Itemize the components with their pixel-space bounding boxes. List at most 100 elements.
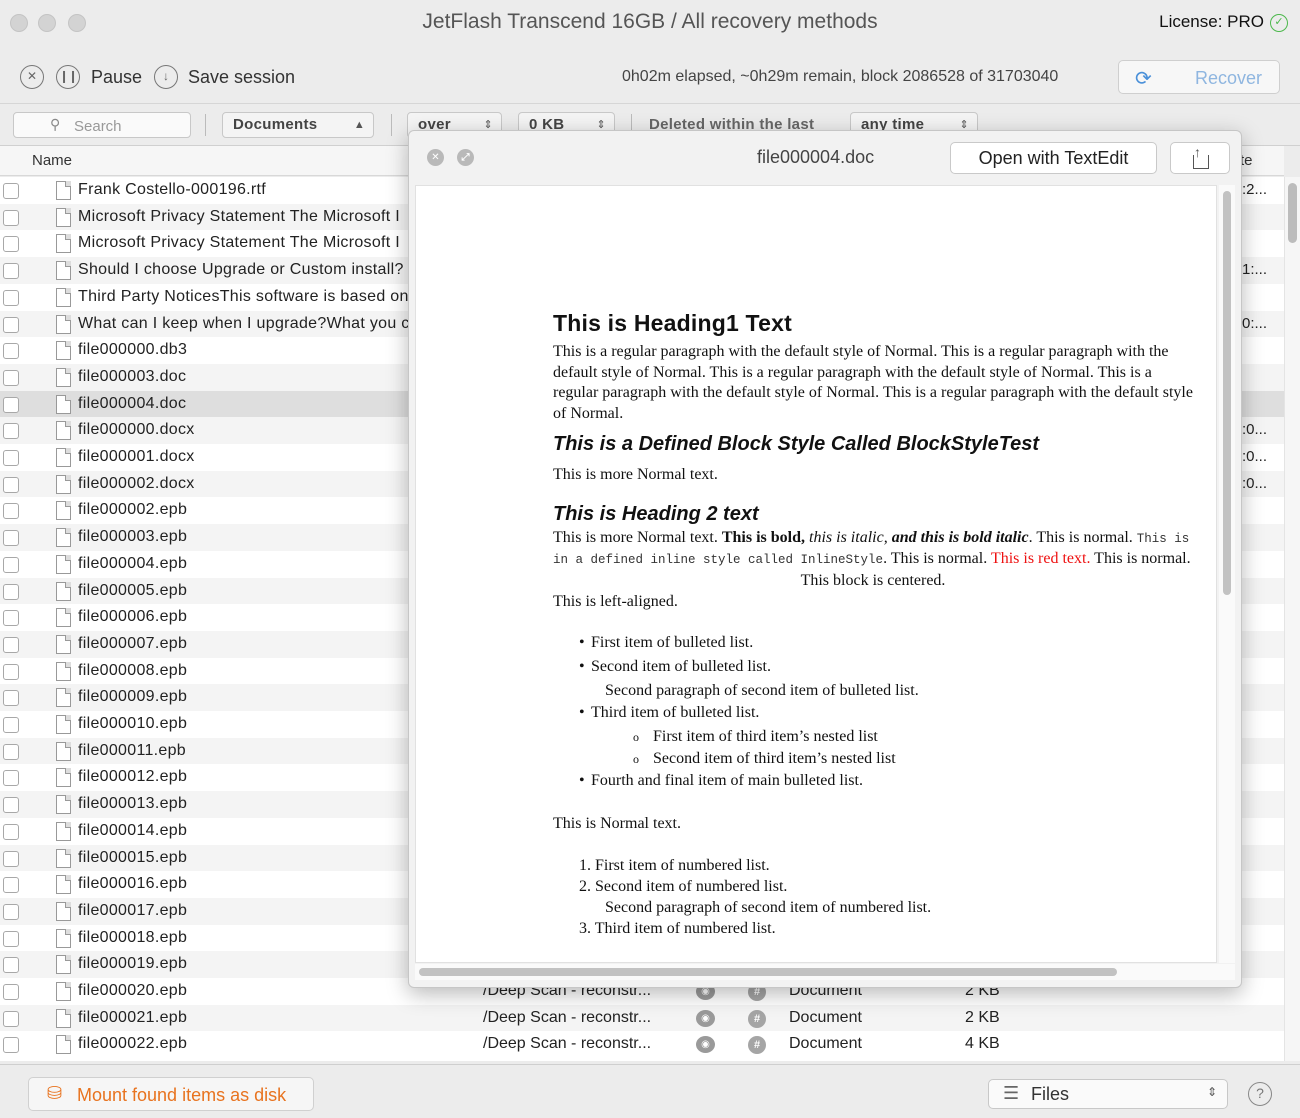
stop-button[interactable]: ✕ [20,65,44,89]
pause-icon[interactable]: ❙❙ [56,65,80,89]
doc-text-red: This is red text. [990,550,1091,568]
document-icon [56,181,71,200]
document-icon [56,554,71,574]
doc-text-normal: . This is normal. [883,550,991,568]
row-checkbox[interactable] [3,556,19,573]
doc-text-italic: this is italic, [809,528,892,546]
mount-disk-label: Mount found items as disk [77,1085,287,1105]
file-type-value: Documents [233,116,318,133]
doc-bullet-text: First item of bulleted list. [591,634,754,652]
pause-button[interactable]: Pause [91,67,142,88]
row-checkbox[interactable] [3,263,19,280]
row-checkbox[interactable] [3,583,19,600]
hash-icon: # [748,1009,766,1028]
download-icon[interactable]: ↓ [154,65,178,89]
row-checkbox[interactable] [3,770,19,787]
doc-text-normal: This is normal. [1090,550,1191,568]
toolbar: ✕ ❙❙ Pause ↓ Save session 0h02m elapsed,… [0,48,1300,152]
row-checkbox[interactable] [3,183,19,199]
file-type-select[interactable]: Documents ▲ [222,112,374,138]
row-checkbox[interactable] [3,369,19,386]
divider [391,114,392,136]
row-checkbox[interactable] [3,850,19,867]
preview-eye-icon[interactable]: ◉ [696,1036,715,1054]
document-icon [56,768,71,788]
row-checkbox[interactable] [3,930,19,947]
column-header-name[interactable]: Name [32,152,72,169]
row-checkbox[interactable] [3,209,19,226]
row-checkbox[interactable] [3,903,19,920]
doc-numbered-paragraph: Second paragraph of second item of numbe… [605,899,932,917]
row-checkbox[interactable] [3,1037,19,1054]
file-name: file000015.epb [78,848,188,866]
doc-nested-item: o First item of third item’s nested list [633,728,878,746]
document-icon [56,634,71,654]
preview-horizontal-scrollbar[interactable] [415,964,1235,980]
doc-numbered-text: Second item of numbered list. [595,878,788,896]
row-checkbox[interactable] [3,984,19,1000]
doc-numbered-item: 3. Third item of numbered list. [579,920,776,938]
row-checkbox[interactable] [3,503,19,520]
open-with-textedit-button[interactable]: Open with TextEdit [950,142,1157,174]
row-checkbox[interactable] [3,343,19,360]
row-checkbox[interactable] [3,743,19,760]
document-icon [56,715,71,734]
table-row[interactable]: file000021.epb/Deep Scan - reconstr... ◉ #… [0,1004,1284,1032]
file-date: :2... [1242,181,1268,198]
document-icon [56,1035,71,1055]
scroll-thumb[interactable] [419,968,1117,976]
row-checkbox[interactable] [3,690,19,707]
doc-nested-text: First item of third item’s nested list [653,728,878,746]
document-icon [56,207,71,227]
table-row[interactable]: file000022.epb/Deep Scan - reconstr... ◉ #… [0,1031,1284,1058]
row-checkbox[interactable] [3,316,19,333]
row-checkbox[interactable] [3,289,19,306]
row-checkbox[interactable] [3,823,19,840]
doc-heading-2: This is Heading 2 text [553,502,759,525]
file-name: file000020.epb [78,982,188,999]
row-checkbox[interactable] [3,636,19,653]
file-name: file000021.epb [78,1008,188,1026]
row-checkbox[interactable] [3,610,19,627]
recover-button[interactable]: ⟳ Recover [1118,60,1280,94]
file-list-scrollbar[interactable] [1284,177,1300,1061]
doc-bullet-text: Fourth and final item of main bulleted l… [591,772,863,790]
close-preview-button[interactable]: ✕ [427,149,444,166]
row-checkbox[interactable] [3,236,19,253]
refresh-icon: ⟳ [1135,68,1152,90]
view-mode-select[interactable]: ☰ Files ⇕ [988,1079,1228,1109]
row-checkbox[interactable] [3,450,19,466]
fullscreen-preview-button[interactable]: ⤢ [457,149,474,166]
document-icon [56,1008,71,1028]
mount-disk-button[interactable]: ⛁ Mount found items as disk [28,1077,314,1111]
search-input[interactable]: ⚲ Search [13,112,191,138]
row-checkbox[interactable] [3,1010,19,1027]
preview-vertical-scrollbar[interactable] [1219,185,1235,963]
hash-icon: # [748,1036,766,1055]
row-checkbox[interactable] [3,877,19,894]
document-icon [56,367,71,387]
row-checkbox[interactable] [3,476,19,493]
document-icon [56,741,71,761]
row-checkbox[interactable] [3,797,19,814]
preview-eye-icon[interactable]: ◉ [696,1009,715,1027]
file-name: file000014.epb [78,821,188,839]
share-button[interactable]: ↑ [1170,142,1230,174]
row-checkbox[interactable] [3,717,19,733]
document-icon [56,474,71,494]
help-button[interactable]: ? [1248,1082,1272,1106]
row-checkbox[interactable] [3,396,19,413]
doc-text-bold: This is bold, [721,528,810,546]
scroll-thumb[interactable] [1223,191,1231,595]
row-checkbox[interactable] [3,530,19,547]
scroll-thumb[interactable] [1288,183,1297,243]
row-checkbox[interactable] [3,423,19,440]
doc-bullet-paragraph: Second paragraph of second item of bulle… [605,682,919,700]
file-date: :0... [1242,421,1268,439]
row-checkbox[interactable] [3,663,19,680]
doc-bullet-text: Second item of bulleted list. [591,658,771,676]
document-icon [56,528,71,548]
row-checkbox[interactable] [3,957,19,974]
doc-heading-1: This is Heading1 Text [553,310,792,336]
save-session-button[interactable]: Save session [188,67,295,88]
